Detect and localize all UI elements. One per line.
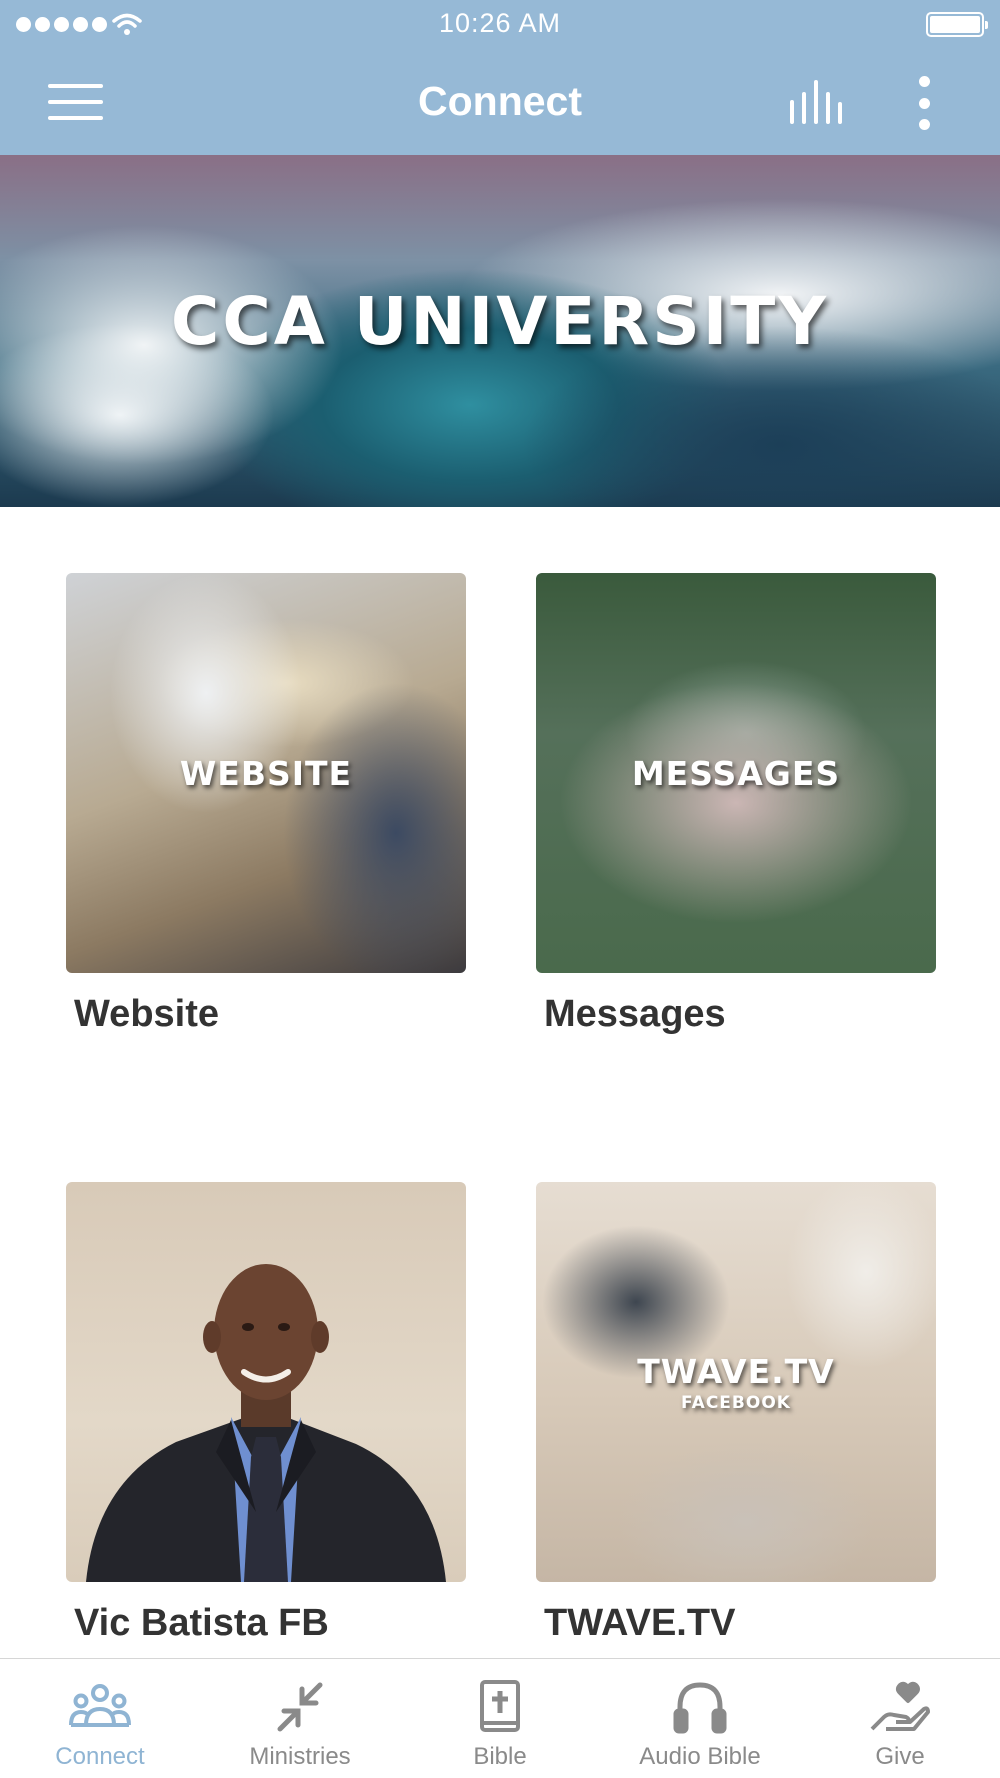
- tile-overlay-text: MESSAGES: [631, 753, 841, 793]
- tile-label-website[interactable]: Website: [74, 993, 219, 1036]
- equalizer-bars-icon[interactable]: [788, 80, 848, 124]
- tab-label: Audio Bible: [639, 1743, 761, 1770]
- portrait-photo[interactable]: [66, 1182, 466, 1582]
- people-group-icon: [69, 1684, 131, 1727]
- status-bar: 10:26 AM: [0, 0, 1000, 50]
- arrows-inward-icon: [277, 1682, 323, 1732]
- hero-banner[interactable]: CCA UNIVERSITY: [0, 155, 1000, 507]
- tile-label-vic-batista-fb[interactable]: Vic Batista FB: [74, 1602, 329, 1645]
- tab-connect[interactable]: Connect: [0, 1659, 200, 1778]
- messages-tile-image[interactable]: MESSAGES: [536, 573, 936, 973]
- more-options-icon[interactable]: [910, 76, 938, 130]
- battery-icon: [926, 12, 988, 37]
- website-tile-image[interactable]: WEBSITE: [66, 573, 466, 973]
- banner-title: CCA UNIVERSITY: [170, 283, 830, 360]
- tab-audio-bible[interactable]: Audio Bible: [600, 1659, 800, 1778]
- tab-ministries[interactable]: Ministries: [200, 1659, 400, 1778]
- hand-heart-icon: [870, 1681, 930, 1731]
- headphones-icon: [673, 1682, 727, 1734]
- tab-label: Give: [875, 1743, 925, 1770]
- tile-overlay-text: TWAVE.TV: [637, 1351, 835, 1391]
- tile-overlay-subtext: FACEBOOK: [681, 1392, 791, 1413]
- tile-website[interactable]: WEBSITE Website: [66, 573, 466, 1035]
- bible-book-icon: [480, 1680, 520, 1732]
- tile-label-messages[interactable]: Messages: [544, 993, 726, 1036]
- person-portrait-image: [86, 1264, 446, 1582]
- nav-bar: Connect: [0, 50, 1000, 155]
- tile-vic-batista-fb[interactable]: Vic Batista FB: [66, 1182, 466, 1644]
- bottom-tab-bar: Connect Ministries Bible Audio Bible Giv…: [0, 1658, 1000, 1778]
- twave-tile-image[interactable]: TWAVE.TV FACEBOOK: [536, 1182, 936, 1582]
- tile-label-twave-tv[interactable]: TWAVE.TV: [544, 1602, 735, 1645]
- tab-label: Bible: [473, 1743, 527, 1770]
- tab-label: Connect: [55, 1743, 145, 1770]
- page-title: Connect: [418, 78, 582, 124]
- tile-overlay-text: WEBSITE: [179, 753, 353, 793]
- tile-messages[interactable]: MESSAGES Messages: [536, 573, 936, 1035]
- tile-twave-tv[interactable]: TWAVE.TV FACEBOOK TWAVE.TV: [536, 1182, 936, 1644]
- tab-label: Ministries: [249, 1743, 351, 1770]
- tab-bible[interactable]: Bible: [400, 1659, 600, 1778]
- status-time: 10:26 AM: [438, 8, 562, 38]
- tab-give[interactable]: Give: [800, 1659, 1000, 1778]
